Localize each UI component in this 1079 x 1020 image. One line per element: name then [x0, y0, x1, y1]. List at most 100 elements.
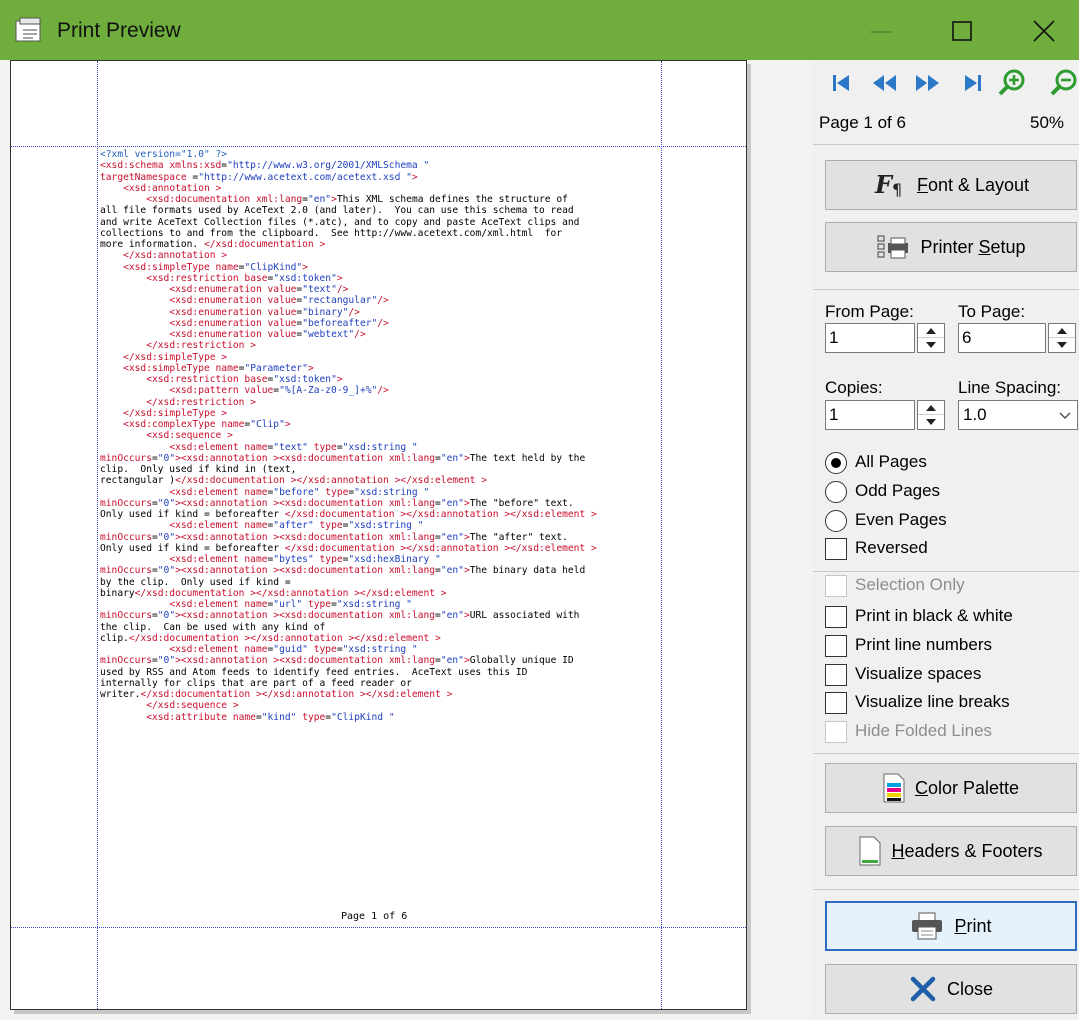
close-window-button[interactable]: [1016, 10, 1076, 52]
code-token: "xsd:string ": [354, 486, 430, 498]
color-palette-button[interactable]: Color Palette: [825, 763, 1077, 813]
code-token: "text": [273, 441, 314, 453]
from-page-label: From Page:: [825, 302, 914, 321]
title-bar: Print Preview: [0, 0, 1079, 60]
font-layout-button[interactable]: F ¶ Font & Layout: [825, 160, 1077, 210]
preview-page: <?xml version="1.0" ?> <xsd:schema xmlns:…: [10, 60, 747, 1010]
chevron-up-icon[interactable]: [918, 324, 944, 338]
even-pages-label: Even Pages: [855, 510, 947, 529]
chevron-down-icon[interactable]: [918, 338, 944, 352]
code-token: "0": [157, 655, 176, 667]
line-spacing-select[interactable]: 1.0: [958, 400, 1078, 430]
zoom-in-button[interactable]: [997, 68, 1027, 98]
code-line: more information. </xsd:documentation >: [100, 239, 680, 250]
code-token: "en": [440, 531, 464, 543]
code-token: </xsd:annotation >: [250, 632, 355, 644]
chevron-down-icon: [1059, 412, 1071, 419]
svg-text:¶: ¶: [892, 180, 902, 199]
code-line: <xsd:element name="url" type="xsd:string…: [100, 599, 680, 610]
code-line: <xsd:element name="guid" type="xsd:strin…: [100, 644, 680, 655]
code-line: by the clip. Only used if kind =: [100, 577, 680, 588]
code-token: "Parameter": [244, 362, 308, 374]
from-page-stepper[interactable]: [917, 323, 945, 353]
code-token: >: [411, 171, 418, 183]
code-line: </xsd:simpleType >: [100, 352, 680, 363]
code-token: minOccurs: [100, 497, 152, 509]
close-icon: [1033, 20, 1055, 42]
code-token: "after": [273, 520, 320, 532]
to-page-stepper[interactable]: [1048, 323, 1076, 353]
code-token: <xsd:element: [169, 486, 245, 498]
checkbox-indicator: [825, 635, 847, 657]
copies-input[interactable]: 1: [825, 400, 915, 430]
code-token: />: [336, 284, 349, 295]
minimize-button[interactable]: [853, 10, 913, 52]
code-token: "en": [440, 452, 464, 464]
zoom-out-button[interactable]: [1049, 68, 1079, 98]
code-token: <xsd:element: [169, 599, 245, 610]
from-page-input[interactable]: 1: [825, 323, 915, 353]
code-token: Globally unique ID: [469, 655, 574, 667]
code-token: and write AceText Collection files (*.at…: [100, 216, 580, 228]
code-token: />: [354, 329, 366, 340]
close-button[interactable]: Close: [825, 964, 1077, 1014]
margin-guide-top: [11, 146, 746, 147]
code-token: <xsd:element: [169, 441, 245, 453]
code-token: type: [313, 644, 337, 655]
visualize-spaces-label: Visualize spaces: [855, 664, 982, 683]
next-page-button[interactable]: [913, 68, 943, 98]
code-token: <xsd:documentation: [279, 610, 389, 622]
code-line: </xsd:simpleType >: [100, 408, 680, 419]
code-token: name: [232, 711, 256, 723]
last-page-button[interactable]: [957, 68, 987, 98]
chevron-up-icon[interactable]: [1049, 324, 1075, 338]
code-token: "0": [157, 531, 176, 543]
code-token: <xsd:restriction: [146, 374, 245, 385]
copies-stepper[interactable]: [917, 400, 945, 430]
previous-page-button[interactable]: [869, 68, 899, 98]
checkbox-indicator: [825, 721, 847, 743]
code-line: <xsd:enumeration value="binary"/>: [100, 307, 680, 318]
maximize-icon: [952, 21, 972, 41]
printer-setup-button[interactable]: Printer Setup: [825, 222, 1077, 272]
headers-footers-button[interactable]: Headers & Footers: [825, 826, 1077, 876]
first-page-button[interactable]: [827, 68, 857, 98]
code-token: </xsd:element >: [510, 509, 597, 520]
print-button[interactable]: Print: [825, 901, 1077, 951]
code-line: <xsd:complexType name="Clip">: [100, 419, 680, 430]
code-token: "%[A-Za-z0-9_]+%": [279, 385, 378, 397]
code-token: type: [307, 599, 332, 610]
checkbox-indicator: [825, 606, 847, 628]
code-token: xml:lang: [388, 452, 436, 464]
code-token: The "before" text.: [469, 497, 574, 509]
code-token: >: [284, 419, 291, 430]
code-token: </xsd:element >: [354, 632, 441, 644]
code-token: "guid": [273, 644, 314, 655]
chevron-up-icon[interactable]: [918, 401, 944, 415]
code-token: </xsd:annotation >: [261, 689, 366, 700]
code-token: </xsd:documentation >: [134, 587, 256, 599]
chevron-down-icon[interactable]: [918, 415, 944, 429]
code-token: <xsd:restriction: [146, 272, 245, 284]
code-token: >: [307, 362, 314, 374]
code-token: xml:lang: [388, 610, 436, 622]
code-token: value: [267, 317, 297, 329]
code-token: collections to and from the clipboard. S…: [100, 227, 563, 239]
code-token: value: [267, 284, 297, 295]
to-page-input[interactable]: 6: [958, 323, 1046, 353]
maximize-button[interactable]: [934, 10, 994, 52]
code-line: minOccurs="0"><xsd:annotation ><xsd:docu…: [100, 498, 680, 509]
code-token: <xsd:enumeration: [169, 317, 268, 329]
chevron-down-icon[interactable]: [1049, 338, 1075, 352]
code-token: "Clip": [250, 419, 285, 430]
preview-area[interactable]: <?xml version="1.0" ?> <xsd:schema xmlns:…: [0, 60, 813, 1020]
checkbox-indicator: [825, 692, 847, 714]
